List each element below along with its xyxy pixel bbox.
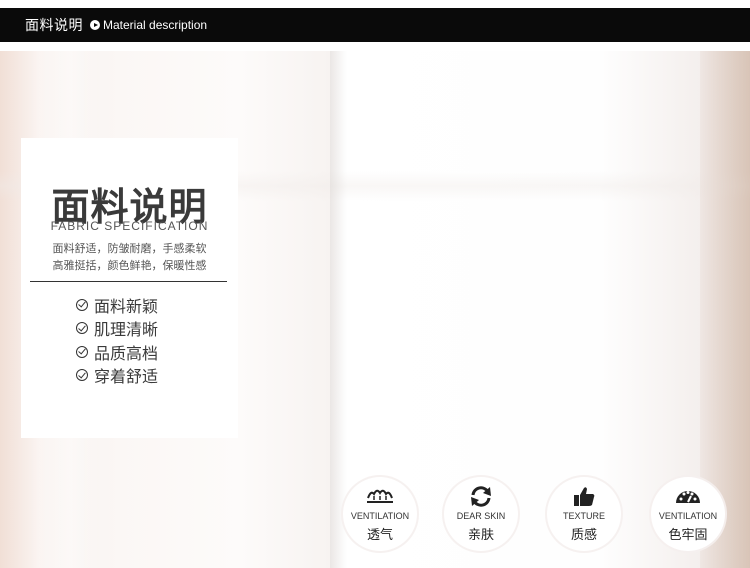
check-icon [76,369,88,382]
badge-en: VENTILATION [350,511,410,521]
check-icon [76,345,88,358]
feature-label: 肌理清晰 [94,322,159,340]
thumbs-up-icon [574,487,595,506]
feature-item: 肌理清晰 [76,317,158,341]
header-title: 面料说明 [25,17,83,33]
feature-item: 品质高档 [76,340,158,364]
check-icon [76,322,88,335]
badge-en: DEAR SKIN [456,511,506,521]
feature-item: 穿着舒适 [76,364,158,388]
badge-cn: 亲肤 [467,527,494,542]
card-desc-line2: 高雅挺括，颜色鲜艳，保暖性感 [52,260,207,272]
feature-label: 穿着舒适 [94,369,159,387]
badge-en: VENTILATION [658,511,718,521]
badge-dear-skin: DEAR SKIN 亲肤 [444,477,518,551]
badge-texture: TEXTURE 质感 [547,477,621,551]
play-icon [90,20,100,30]
badge-cn: 透气 [366,527,393,542]
check-icon [76,298,88,311]
feature-label: 品质高档 [94,345,159,363]
badge-en: TEXTURE [562,511,605,521]
refresh-icon [471,486,491,507]
feature-label: 面料新颖 [94,298,159,316]
ventilation-icon [367,489,393,503]
badge-ventilation: VENTILATION 透气 [343,477,417,551]
feature-item: 面料新颖 [76,293,158,317]
card-title-en: FABRIC SPECIFICATION [50,219,209,233]
badge-cn: 色牢固 [668,527,708,542]
fabric-spec-card: 面料说明 FABRIC SPECIFICATION 面料舒适，防皱耐磨，手感柔软… [21,138,238,438]
badge-cn: 质感 [570,527,597,542]
gauge-icon [676,491,700,503]
card-desc-line1: 面料舒适，防皱耐磨，手感柔软 [52,243,207,255]
badge-color-fast: VENTILATION 色牢固 [651,477,725,551]
header-subtitle: Material description [103,18,208,32]
divider [30,281,227,282]
feature-list: 面料新颖 肌理清晰 品质高档 穿着舒适 [76,293,158,387]
header-bar: 面料说明 Material description [0,8,750,42]
